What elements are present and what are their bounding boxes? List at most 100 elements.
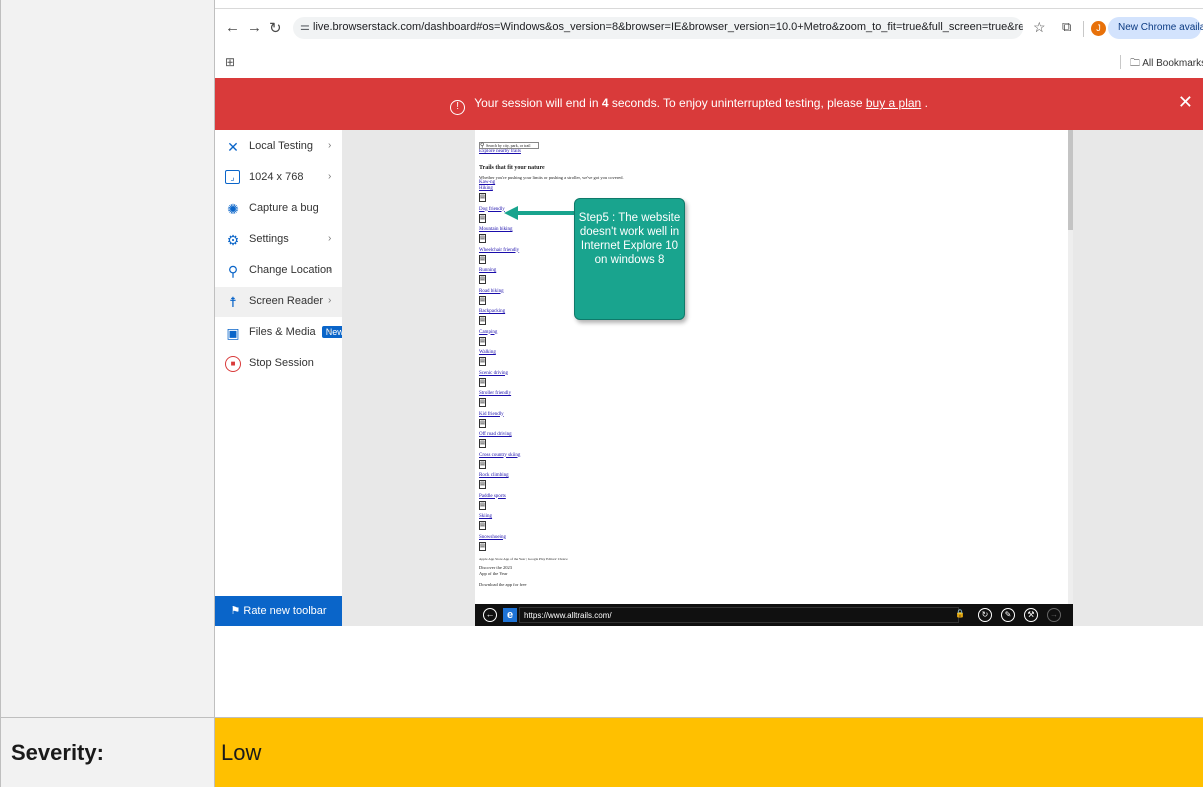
folder-icon: 🗀 bbox=[1130, 58, 1140, 69]
remote-desktop-view: Search by city, park, or trail Explore n… bbox=[342, 130, 1203, 626]
category-item: Rock climbing ▤ bbox=[479, 473, 624, 494]
app-store-badges: Apple App Store App of the Year | Google… bbox=[479, 557, 568, 561]
broken-image-icon: ▤ bbox=[479, 541, 486, 551]
media-icon: ▣ bbox=[226, 325, 240, 341]
ie-url-field[interactable]: https://www.alltrails.com/ bbox=[519, 607, 959, 623]
chevron-right-icon: › bbox=[328, 295, 332, 306]
category-item: Snowshoeing ▤ bbox=[479, 535, 624, 556]
location-pin-icon: ⚲ bbox=[227, 263, 239, 279]
sidebar-item-label: Settings bbox=[249, 233, 289, 245]
category-link[interactable]: Stroller friendly bbox=[479, 391, 624, 397]
category-link[interactable]: Snowshoeing bbox=[479, 535, 624, 541]
category-item: Camping ▤ bbox=[479, 330, 624, 351]
ie-back-icon[interactable]: ← bbox=[483, 608, 497, 622]
buy-plan-link[interactable]: buy a plan bbox=[866, 96, 921, 110]
apple-badge[interactable]: Apple App Store App of the Year bbox=[479, 557, 525, 561]
chevron-right-icon: › bbox=[328, 264, 332, 275]
chevron-right-icon: › bbox=[328, 140, 332, 151]
browser-window: ← → ↻ ⚌ live.browserstack.com/dashboard#… bbox=[215, 8, 1203, 626]
sidebar-item-change-location[interactable]: ⚲ Change Location › bbox=[215, 256, 342, 286]
site-info-icon[interactable]: ⚌ bbox=[300, 20, 310, 33]
apps-grid-icon[interactable]: ⊞ bbox=[225, 55, 235, 69]
app-of-year-text: App of the Year bbox=[479, 571, 508, 576]
category-link[interactable]: Hiking bbox=[479, 186, 624, 192]
ie-scrollbar[interactable] bbox=[1068, 130, 1073, 604]
sidebar-item-files-media[interactable]: ▣ Files & Media New › bbox=[215, 318, 348, 348]
forward-icon[interactable]: → bbox=[1047, 608, 1061, 622]
annotation-callout: Step5 : The website doesn't work well in… bbox=[574, 198, 685, 320]
chrome-update-button[interactable]: New Chrome available ⋮ bbox=[1108, 17, 1203, 39]
category-item: Off road driving ▤ bbox=[479, 432, 624, 453]
resolution-icon: ⌟ bbox=[225, 170, 240, 184]
severity-label-cell: Severity: bbox=[0, 718, 215, 787]
trail-search-input[interactable]: Search by city, park, or trail bbox=[479, 142, 539, 149]
category-item: Skiing ▤ bbox=[479, 514, 624, 535]
lock-icon: 🔒 bbox=[955, 609, 965, 618]
sidebar-item-stop-session[interactable]: ■ Stop Session bbox=[215, 349, 342, 379]
broken-image-icon: ▤ bbox=[479, 213, 486, 223]
ie-page-content[interactable]: Search by city, park, or trail Explore n… bbox=[475, 130, 1073, 604]
sidebar-item-label-wrap: Files & Media New bbox=[249, 326, 348, 338]
sidebar-item-label: 1024 x 768 bbox=[249, 171, 304, 183]
category-link[interactable]: Off road driving bbox=[479, 432, 624, 438]
sidebar-item-capture-bug[interactable]: ✺ Capture a bug bbox=[215, 194, 342, 224]
stop-icon: ■ bbox=[225, 356, 241, 372]
pin-site-icon[interactable]: ✎ bbox=[1001, 608, 1015, 622]
banner-text-after: . bbox=[924, 96, 928, 110]
ie-logo-icon: e bbox=[503, 608, 517, 622]
sidebar-item-settings[interactable]: ⚙ Settings › bbox=[215, 225, 342, 255]
flag-icon: ⚑ bbox=[230, 605, 241, 617]
category-link[interactable]: Paddle sports bbox=[479, 494, 624, 500]
callout-arrow-line bbox=[517, 211, 575, 215]
chevron-right-icon: › bbox=[328, 326, 332, 337]
section-heading: Trails that fit your nature bbox=[479, 165, 545, 171]
close-icon[interactable]: ✕ bbox=[1178, 92, 1193, 113]
address-bar-row: ← → ↻ ⚌ live.browserstack.com/dashboard#… bbox=[215, 9, 1203, 47]
broken-image-icon: ▤ bbox=[479, 316, 486, 325]
rate-toolbar-button[interactable]: ⚑ Rate new toolbar bbox=[215, 596, 342, 626]
profile-avatar[interactable]: J bbox=[1091, 21, 1106, 36]
category-link[interactable]: Skiing bbox=[479, 514, 624, 520]
severity-label: Severity: bbox=[11, 740, 104, 765]
sidebar-item-local-testing[interactable]: ✕ Local Testing › bbox=[215, 132, 342, 162]
category-link[interactable]: Scenic driving bbox=[479, 371, 624, 377]
sidebar-item-screen-reader[interactable]: ☨ Screen Reader › bbox=[215, 287, 342, 317]
forward-arrow-icon[interactable]: → bbox=[247, 19, 262, 36]
refresh-icon[interactable]: ↻ bbox=[978, 608, 992, 622]
sidebar-item-resolution[interactable]: ⌟ 1024 x 768 › bbox=[215, 163, 342, 193]
broken-image-icon: ▤ bbox=[479, 275, 486, 284]
back-arrow-icon[interactable]: ← bbox=[225, 19, 240, 36]
gear-icon: ⚙ bbox=[226, 232, 240, 248]
category-link[interactable]: Rock climbing bbox=[479, 473, 624, 479]
broken-image-icon: ▤ bbox=[479, 500, 486, 510]
sidebar-item-label: Stop Session bbox=[249, 357, 314, 369]
sidebar-item-label: Local Testing bbox=[249, 140, 314, 152]
broken-image-icon: ▤ bbox=[479, 295, 486, 305]
banner-message: ! Your session will end in 4 seconds. To… bbox=[215, 96, 1163, 115]
category-link[interactable]: Kid friendly bbox=[479, 412, 624, 418]
broken-image-icon: ▤ bbox=[479, 357, 486, 366]
url-bar[interactable]: ⚌ live.browserstack.com/dashboard#os=Win… bbox=[293, 17, 1023, 39]
category-link[interactable]: Camping bbox=[479, 330, 624, 336]
bookmarks-bar: ⊞ 🗀 All Bookmarks bbox=[215, 47, 1203, 77]
category-link[interactable]: Cross country skiing bbox=[479, 453, 624, 459]
bookmark-star-icon[interactable]: ☆ bbox=[1033, 19, 1046, 36]
chrome-update-label: New Chrome available bbox=[1118, 22, 1203, 33]
google-badge[interactable]: Google Play Editors' Choice bbox=[528, 557, 568, 561]
download-text: Download the app for free bbox=[479, 582, 527, 587]
broken-image-icon: ▤ bbox=[479, 480, 486, 489]
reload-icon[interactable]: ↻ bbox=[269, 19, 282, 37]
ie-scrollbar-thumb[interactable] bbox=[1068, 130, 1073, 230]
broken-image-icon: ▤ bbox=[479, 459, 486, 469]
severity-value-cell: Low bbox=[215, 718, 1203, 787]
accessibility-icon: ☨ bbox=[229, 294, 237, 310]
category-link[interactable]: Walking bbox=[479, 350, 624, 356]
all-bookmarks-label: All Bookmarks bbox=[1142, 58, 1203, 69]
toolbar-separator bbox=[1083, 21, 1084, 37]
extensions-icon[interactable]: ⧉ bbox=[1062, 19, 1071, 35]
ie-address-bar: ← e https://www.alltrails.com/ 🔒 ↻ ✎ ⚒ → bbox=[475, 604, 1073, 626]
tools-icon[interactable]: ⚒ bbox=[1024, 608, 1038, 622]
category-item: Scenic driving ▤ bbox=[479, 371, 624, 392]
all-bookmarks-button[interactable]: 🗀 All Bookmarks bbox=[1130, 56, 1203, 73]
explore-nearby-link[interactable]: Explore nearby trails bbox=[479, 149, 624, 155]
